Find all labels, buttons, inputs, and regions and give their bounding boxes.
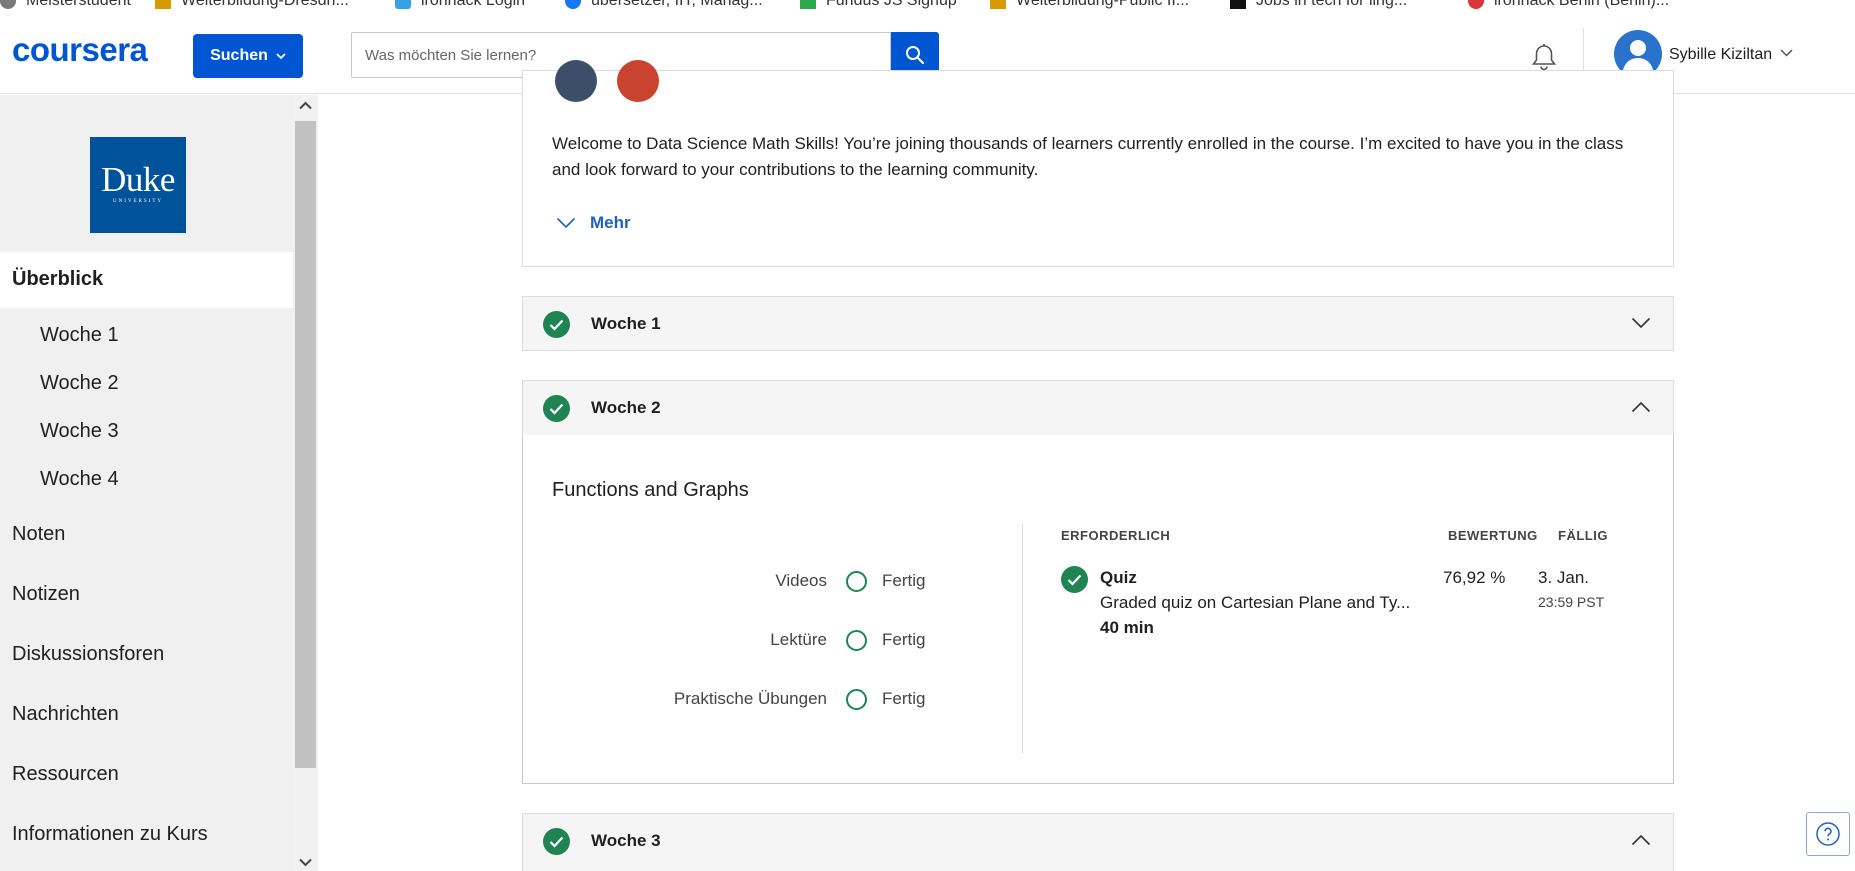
show-more-link[interactable]: Mehr <box>556 213 631 233</box>
due-column-header: FÄLLIG <box>1558 528 1608 543</box>
sidebar-item-course-info[interactable]: Informationen zu Kurs <box>12 823 208 846</box>
progress-ring-icon <box>846 629 867 651</box>
bookmark-favicon-icon <box>1230 0 1246 9</box>
progress-row-videos: Videos Fertig <box>640 570 930 592</box>
bookmark-item[interactable]: Meisterstudent <box>0 0 131 11</box>
progress-label: Videos <box>775 571 827 590</box>
sidebar-item-week-2[interactable]: Woche 2 <box>40 372 119 395</box>
bookmark-favicon-icon <box>395 0 411 9</box>
chevron-down-icon <box>556 217 576 229</box>
progress-ring-icon <box>846 570 867 592</box>
chevron-up-icon[interactable] <box>1631 834 1651 846</box>
browse-button-label: Suchen <box>210 47 268 64</box>
bookmark-item[interactable]: ironhack Berlin (Berlin)... <box>1468 0 1669 11</box>
chevron-up-icon[interactable] <box>1631 401 1651 413</box>
progress-label: Praktische Übungen <box>673 689 827 708</box>
quiz-link[interactable]: Graded quiz on Cartesian Plane and Ty... <box>1100 593 1410 613</box>
bookmark-favicon-icon <box>990 0 1006 9</box>
quiz-due-date: 3. Jan. <box>1538 568 1590 587</box>
sidebar-item-label: Überblick <box>12 268 104 290</box>
help-button[interactable] <box>1806 812 1850 856</box>
quiz-due-time: 23:59 PST <box>1538 594 1605 610</box>
progress-status: Fertig <box>882 630 926 649</box>
user-name[interactable]: Sybille Kiziltan <box>1669 46 1772 64</box>
scroll-up-arrow-icon[interactable] <box>299 101 312 110</box>
notifications-button[interactable] <box>1530 42 1558 72</box>
quiz-grade: 76,92 % <box>1443 568 1506 587</box>
browse-dropdown-button[interactable]: Suchen <box>193 34 303 78</box>
bookmark-favicon-icon <box>1468 0 1484 9</box>
bookmark-item[interactable]: Fundus JS Signup <box>800 0 957 11</box>
week-title: Woche 2 <box>591 398 661 417</box>
grade-column-header: BEWERTUNG <box>1448 528 1538 543</box>
chevron-down-icon <box>276 52 286 59</box>
sidebar-item-week-3[interactable]: Woche 3 <box>40 420 119 443</box>
quiz-type[interactable]: Quiz <box>1100 568 1137 588</box>
sidebar-scrollbar[interactable] <box>293 95 318 871</box>
sidebar-item-week-4[interactable]: Woche 4 <box>40 468 119 491</box>
column-divider <box>1022 524 1023 753</box>
bookmark-favicon-icon <box>0 0 16 9</box>
search-icon <box>906 46 925 65</box>
check-circle-icon <box>1061 566 1088 593</box>
instructor-avatar <box>555 60 597 102</box>
bookmark-item[interactable]: übersetzer, IIT, Manag... <box>565 0 763 11</box>
week-1-header[interactable]: Woche 1 <box>522 296 1674 351</box>
week-2-header[interactable]: Woche 2 <box>522 380 1674 435</box>
sidebar-item-week-1[interactable]: Woche 1 <box>40 324 119 347</box>
coursera-logo[interactable]: coursera <box>12 31 148 69</box>
bookmark-item[interactable]: Jobs in tech for ling... <box>1230 0 1407 11</box>
module-title: Functions and Graphs <box>552 479 749 501</box>
bookmarks-bar: Meisterstudent Weiterbildung-Dresdn... i… <box>0 0 1855 17</box>
sidebar-item-grades[interactable]: Noten <box>12 523 65 546</box>
duke-university-logo: Duke UNIVERSITY <box>90 137 186 233</box>
scroll-down-arrow-icon[interactable] <box>299 858 312 867</box>
check-circle-icon <box>543 311 570 338</box>
quiz-duration: 40 min <box>1100 618 1154 637</box>
course-sidebar: Duke UNIVERSITY Überblick Woche 1 Woche … <box>0 95 293 871</box>
progress-ring-icon <box>846 688 867 710</box>
progress-label: Lektüre <box>770 630 827 649</box>
sidebar-item-resources[interactable]: Ressourcen <box>12 763 119 786</box>
sidebar-item-overview[interactable]: Überblick <box>0 252 293 308</box>
progress-row-readings: Lektüre Fertig <box>640 629 930 651</box>
chevron-down-icon[interactable] <box>1631 317 1651 329</box>
scrollbar-thumb[interactable] <box>295 121 316 768</box>
instructor-avatar <box>617 60 659 102</box>
sidebar-item-notes[interactable]: Notizen <box>12 583 80 606</box>
week-title: Woche 1 <box>591 314 661 333</box>
welcome-message: Welcome to Data Science Math Skills! You… <box>552 134 1624 179</box>
bell-icon <box>1531 44 1557 71</box>
sidebar-item-forums[interactable]: Diskussionsforen <box>12 643 164 666</box>
bookmark-item[interactable]: Weiterbildung-Public II... <box>990 0 1189 11</box>
bookmark-item[interactable]: Weiterbildung-Dresdn... <box>155 0 349 11</box>
progress-status: Fertig <box>882 689 926 708</box>
bookmark-favicon-icon <box>800 0 816 9</box>
chevron-down-icon[interactable] <box>1780 49 1793 57</box>
week-title: Woche 3 <box>591 831 661 850</box>
week-3-header[interactable]: Woche 3 <box>522 813 1674 871</box>
required-column-header: ERFORDERLICH <box>1061 528 1171 543</box>
progress-row-practice: Praktische Übungen Fertig <box>640 688 930 710</box>
check-circle-icon <box>543 395 570 422</box>
bookmark-favicon-icon <box>155 0 171 9</box>
help-icon <box>1816 822 1840 846</box>
progress-status: Fertig <box>882 571 926 590</box>
bookmark-favicon-icon <box>565 0 581 9</box>
bookmark-item[interactable]: ironhack Login <box>395 0 525 11</box>
sidebar-item-messages[interactable]: Nachrichten <box>12 703 119 726</box>
check-circle-icon <box>543 828 570 855</box>
